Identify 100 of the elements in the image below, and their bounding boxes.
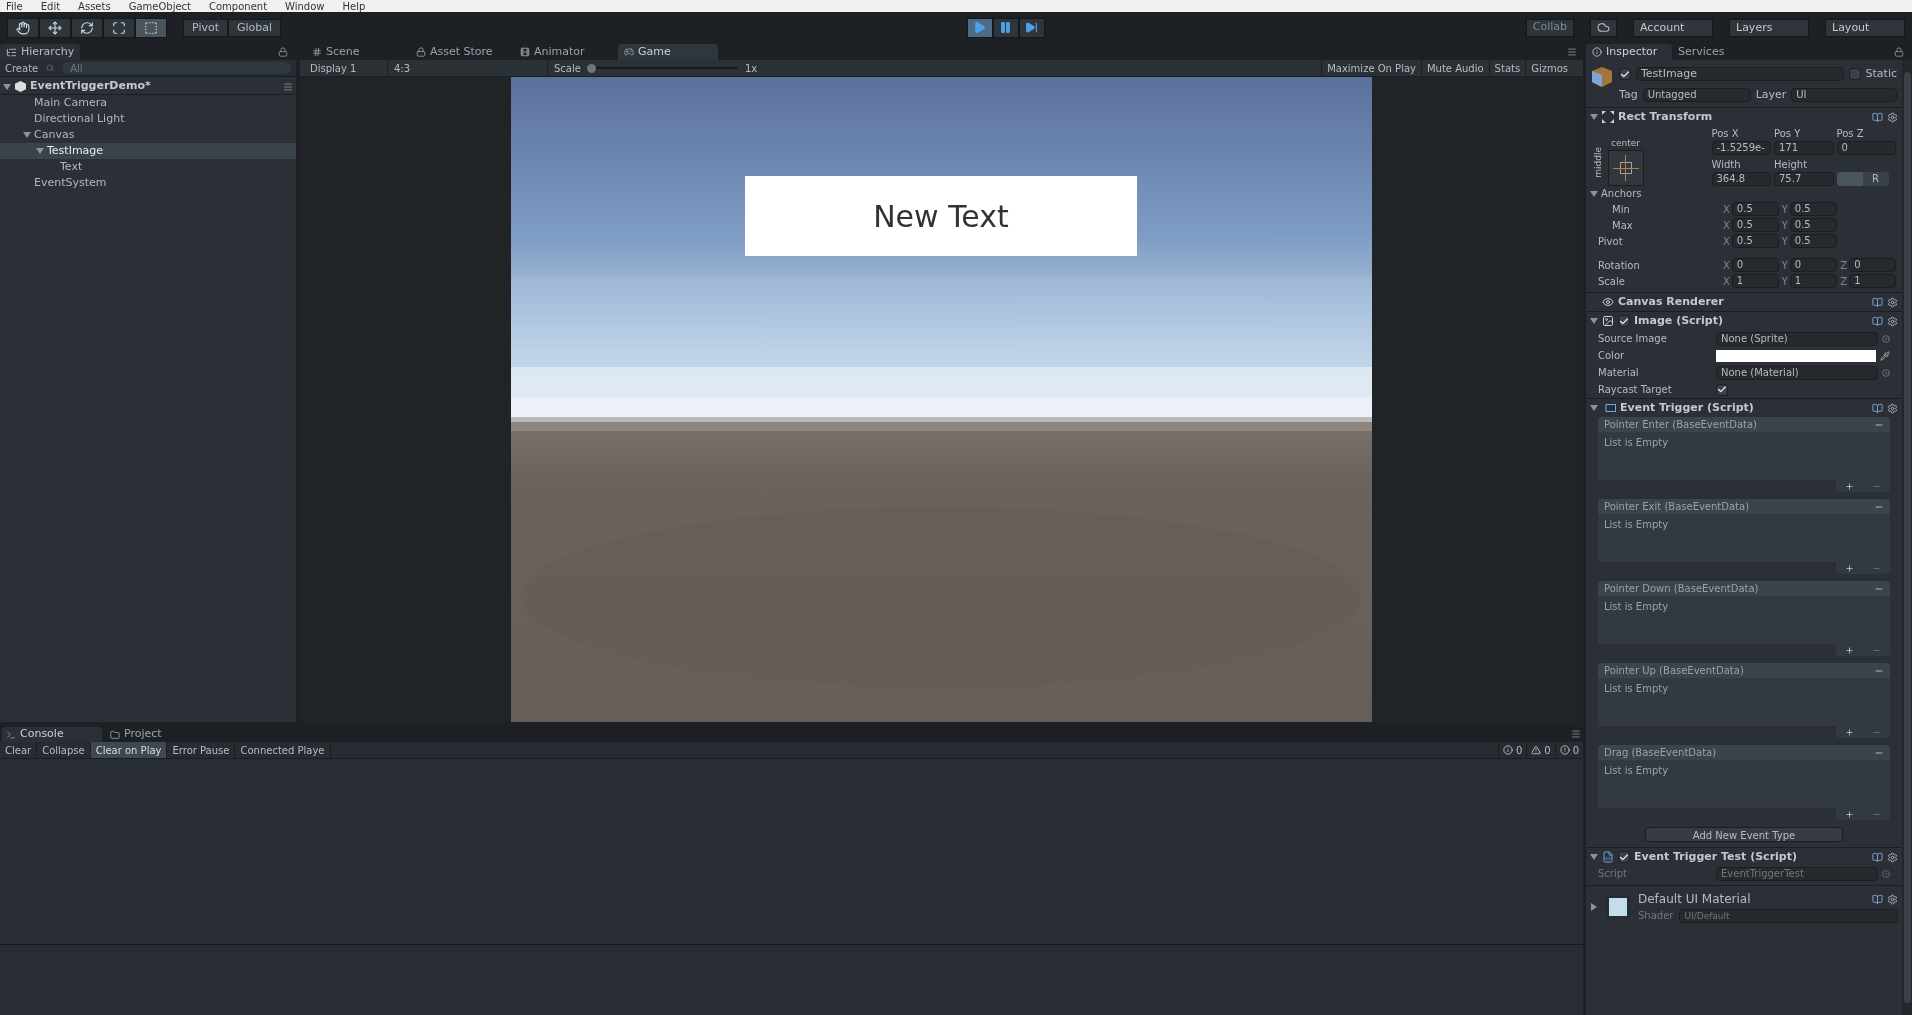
- console-toggle[interactable]: Clear: [0, 742, 38, 758]
- view-tab[interactable]: Scene: [306, 44, 406, 60]
- help-icon[interactable]: [1872, 851, 1883, 863]
- account-dropdown[interactable]: Account: [1633, 18, 1713, 37]
- value-field[interactable]: 0.5: [1789, 218, 1838, 232]
- log-count[interactable]: 0: [1554, 742, 1583, 758]
- value-field[interactable]: 0.5: [1789, 202, 1838, 216]
- lock-icon[interactable]: [278, 47, 288, 57]
- settings-icon[interactable]: [1887, 851, 1898, 863]
- value-field[interactable]: 0: [1836, 141, 1896, 155]
- value-field[interactable]: 0: [1789, 258, 1838, 272]
- value-field[interactable]: 1: [1731, 274, 1779, 288]
- scale-slider[interactable]: [586, 63, 737, 73]
- menu-item[interactable]: File: [6, 2, 23, 12]
- view-tab[interactable]: Asset Store: [410, 44, 510, 60]
- layers-dropdown[interactable]: Layers: [1729, 18, 1809, 37]
- panel-tab[interactable]: Console: [2, 727, 102, 742]
- menu-icon[interactable]: [1571, 729, 1581, 739]
- slider-thumb[interactable]: [586, 63, 596, 73]
- aspect-dropdown[interactable]: 4:3: [388, 60, 548, 76]
- value-field[interactable]: 171: [1774, 141, 1834, 155]
- help-icon[interactable]: [1872, 296, 1883, 308]
- create-dropdown[interactable]: Create: [5, 60, 39, 76]
- inspector-tab[interactable]: Inspector: [1586, 44, 1672, 60]
- hierarchy-tab[interactable]: Hierarchy: [0, 44, 81, 60]
- tool-button[interactable]: [135, 17, 167, 38]
- add-icon[interactable]: [1845, 645, 1854, 655]
- console-toggle[interactable]: Clear on Play: [90, 742, 168, 758]
- help-icon[interactable]: [1872, 111, 1883, 123]
- help-icon[interactable]: [1872, 315, 1883, 327]
- console-toggle[interactable]: Error Pause: [167, 742, 236, 758]
- pivot-button[interactable]: Pivot: [183, 18, 228, 37]
- checkbox[interactable]: [1619, 68, 1631, 81]
- scene-row[interactable]: EventTriggerDemo*: [0, 79, 296, 95]
- hierarchy-item[interactable]: Canvas: [0, 127, 296, 143]
- picker-icon[interactable]: [1882, 334, 1890, 343]
- gizmos-dropdown[interactable]: Gizmos: [1525, 60, 1573, 76]
- foldout-arrow-icon[interactable]: [36, 147, 44, 155]
- hierarchy-item[interactable]: EventSystem: [0, 175, 296, 191]
- settings-icon[interactable]: [1887, 402, 1898, 414]
- object-field[interactable]: None (Material): [1716, 365, 1878, 380]
- tag-dropdown[interactable]: Untagged: [1642, 87, 1751, 102]
- foldout-arrow-icon[interactable]: [3, 82, 11, 91]
- search-field[interactable]: All: [62, 62, 291, 74]
- foldout-arrow-icon[interactable]: [23, 131, 31, 139]
- settings-icon[interactable]: [1887, 893, 1898, 905]
- foldout-arrow-icon[interactable]: [1590, 317, 1598, 325]
- menu-icon[interactable]: [1567, 47, 1577, 57]
- settings-icon[interactable]: [1887, 111, 1898, 123]
- checkbox[interactable]: [1848, 68, 1861, 81]
- value-field[interactable]: 364.8: [1711, 172, 1771, 186]
- value-field[interactable]: 1: [1789, 274, 1838, 288]
- menu-item[interactable]: GameObject: [128, 2, 191, 12]
- lock-icon[interactable]: [1894, 47, 1904, 57]
- console-toggle[interactable]: Collapse: [37, 742, 91, 758]
- layer-dropdown[interactable]: UI: [1791, 87, 1897, 102]
- menu-item[interactable]: Assets: [78, 2, 111, 12]
- game-view-toggle[interactable]: Stats: [1488, 60, 1526, 76]
- value-field[interactable]: 75.7: [1774, 172, 1834, 186]
- add-icon[interactable]: [1845, 727, 1854, 737]
- hierarchy-item[interactable]: TestImage: [0, 143, 296, 159]
- help-icon[interactable]: [1872, 893, 1883, 905]
- tool-button[interactable]: [103, 17, 135, 38]
- playback-button[interactable]: [992, 17, 1019, 38]
- scrollbar[interactable]: [1902, 60, 1912, 1015]
- settings-icon[interactable]: [1887, 296, 1898, 308]
- view-tab[interactable]: Game: [618, 44, 718, 60]
- playback-button[interactable]: [1018, 17, 1045, 38]
- foldout-arrow-icon[interactable]: [1590, 113, 1598, 121]
- view-tab[interactable]: Animator: [514, 44, 614, 60]
- anchor-preset-button[interactable]: [1607, 150, 1644, 186]
- hierarchy-item[interactable]: Text: [0, 159, 296, 175]
- color-swatch[interactable]: [1716, 349, 1876, 362]
- menu-item[interactable]: Edit: [40, 2, 61, 12]
- menu-item[interactable]: Component: [209, 2, 268, 12]
- foldout-arrow-icon[interactable]: [1590, 189, 1598, 198]
- checkbox[interactable]: [1618, 851, 1630, 863]
- add-event-button[interactable]: Add New Event Type: [1645, 827, 1843, 842]
- raw-edit-button[interactable]: R: [1862, 172, 1889, 186]
- object-field[interactable]: None (Sprite): [1716, 331, 1878, 346]
- cloud-button[interactable]: [1590, 18, 1617, 37]
- settings-icon[interactable]: [1887, 315, 1898, 327]
- value-field[interactable]: 0.5: [1789, 234, 1838, 248]
- global-button[interactable]: Global: [228, 18, 282, 37]
- name-field[interactable]: TestImage: [1636, 67, 1844, 82]
- add-icon[interactable]: [1845, 809, 1854, 819]
- player-dropdown[interactable]: Connected Playe: [235, 742, 331, 758]
- hierarchy-item[interactable]: Main Camera: [0, 95, 296, 111]
- log-count[interactable]: 0: [1497, 742, 1527, 758]
- value-field[interactable]: 0.5: [1731, 218, 1779, 232]
- value-field[interactable]: 0.5: [1731, 234, 1779, 248]
- hierarchy-item[interactable]: Directional Light: [0, 111, 296, 127]
- inspector-tab[interactable]: Services: [1672, 44, 1758, 60]
- playback-button[interactable]: [966, 17, 993, 38]
- panel-tab[interactable]: Project: [106, 727, 206, 742]
- value-field[interactable]: 0: [1849, 258, 1896, 272]
- value-field[interactable]: 0.5: [1731, 202, 1779, 216]
- game-view-toggle[interactable]: Maximize On Play: [1321, 60, 1421, 76]
- log-count[interactable]: 0: [1526, 742, 1555, 758]
- menu-item[interactable]: Window: [285, 2, 325, 12]
